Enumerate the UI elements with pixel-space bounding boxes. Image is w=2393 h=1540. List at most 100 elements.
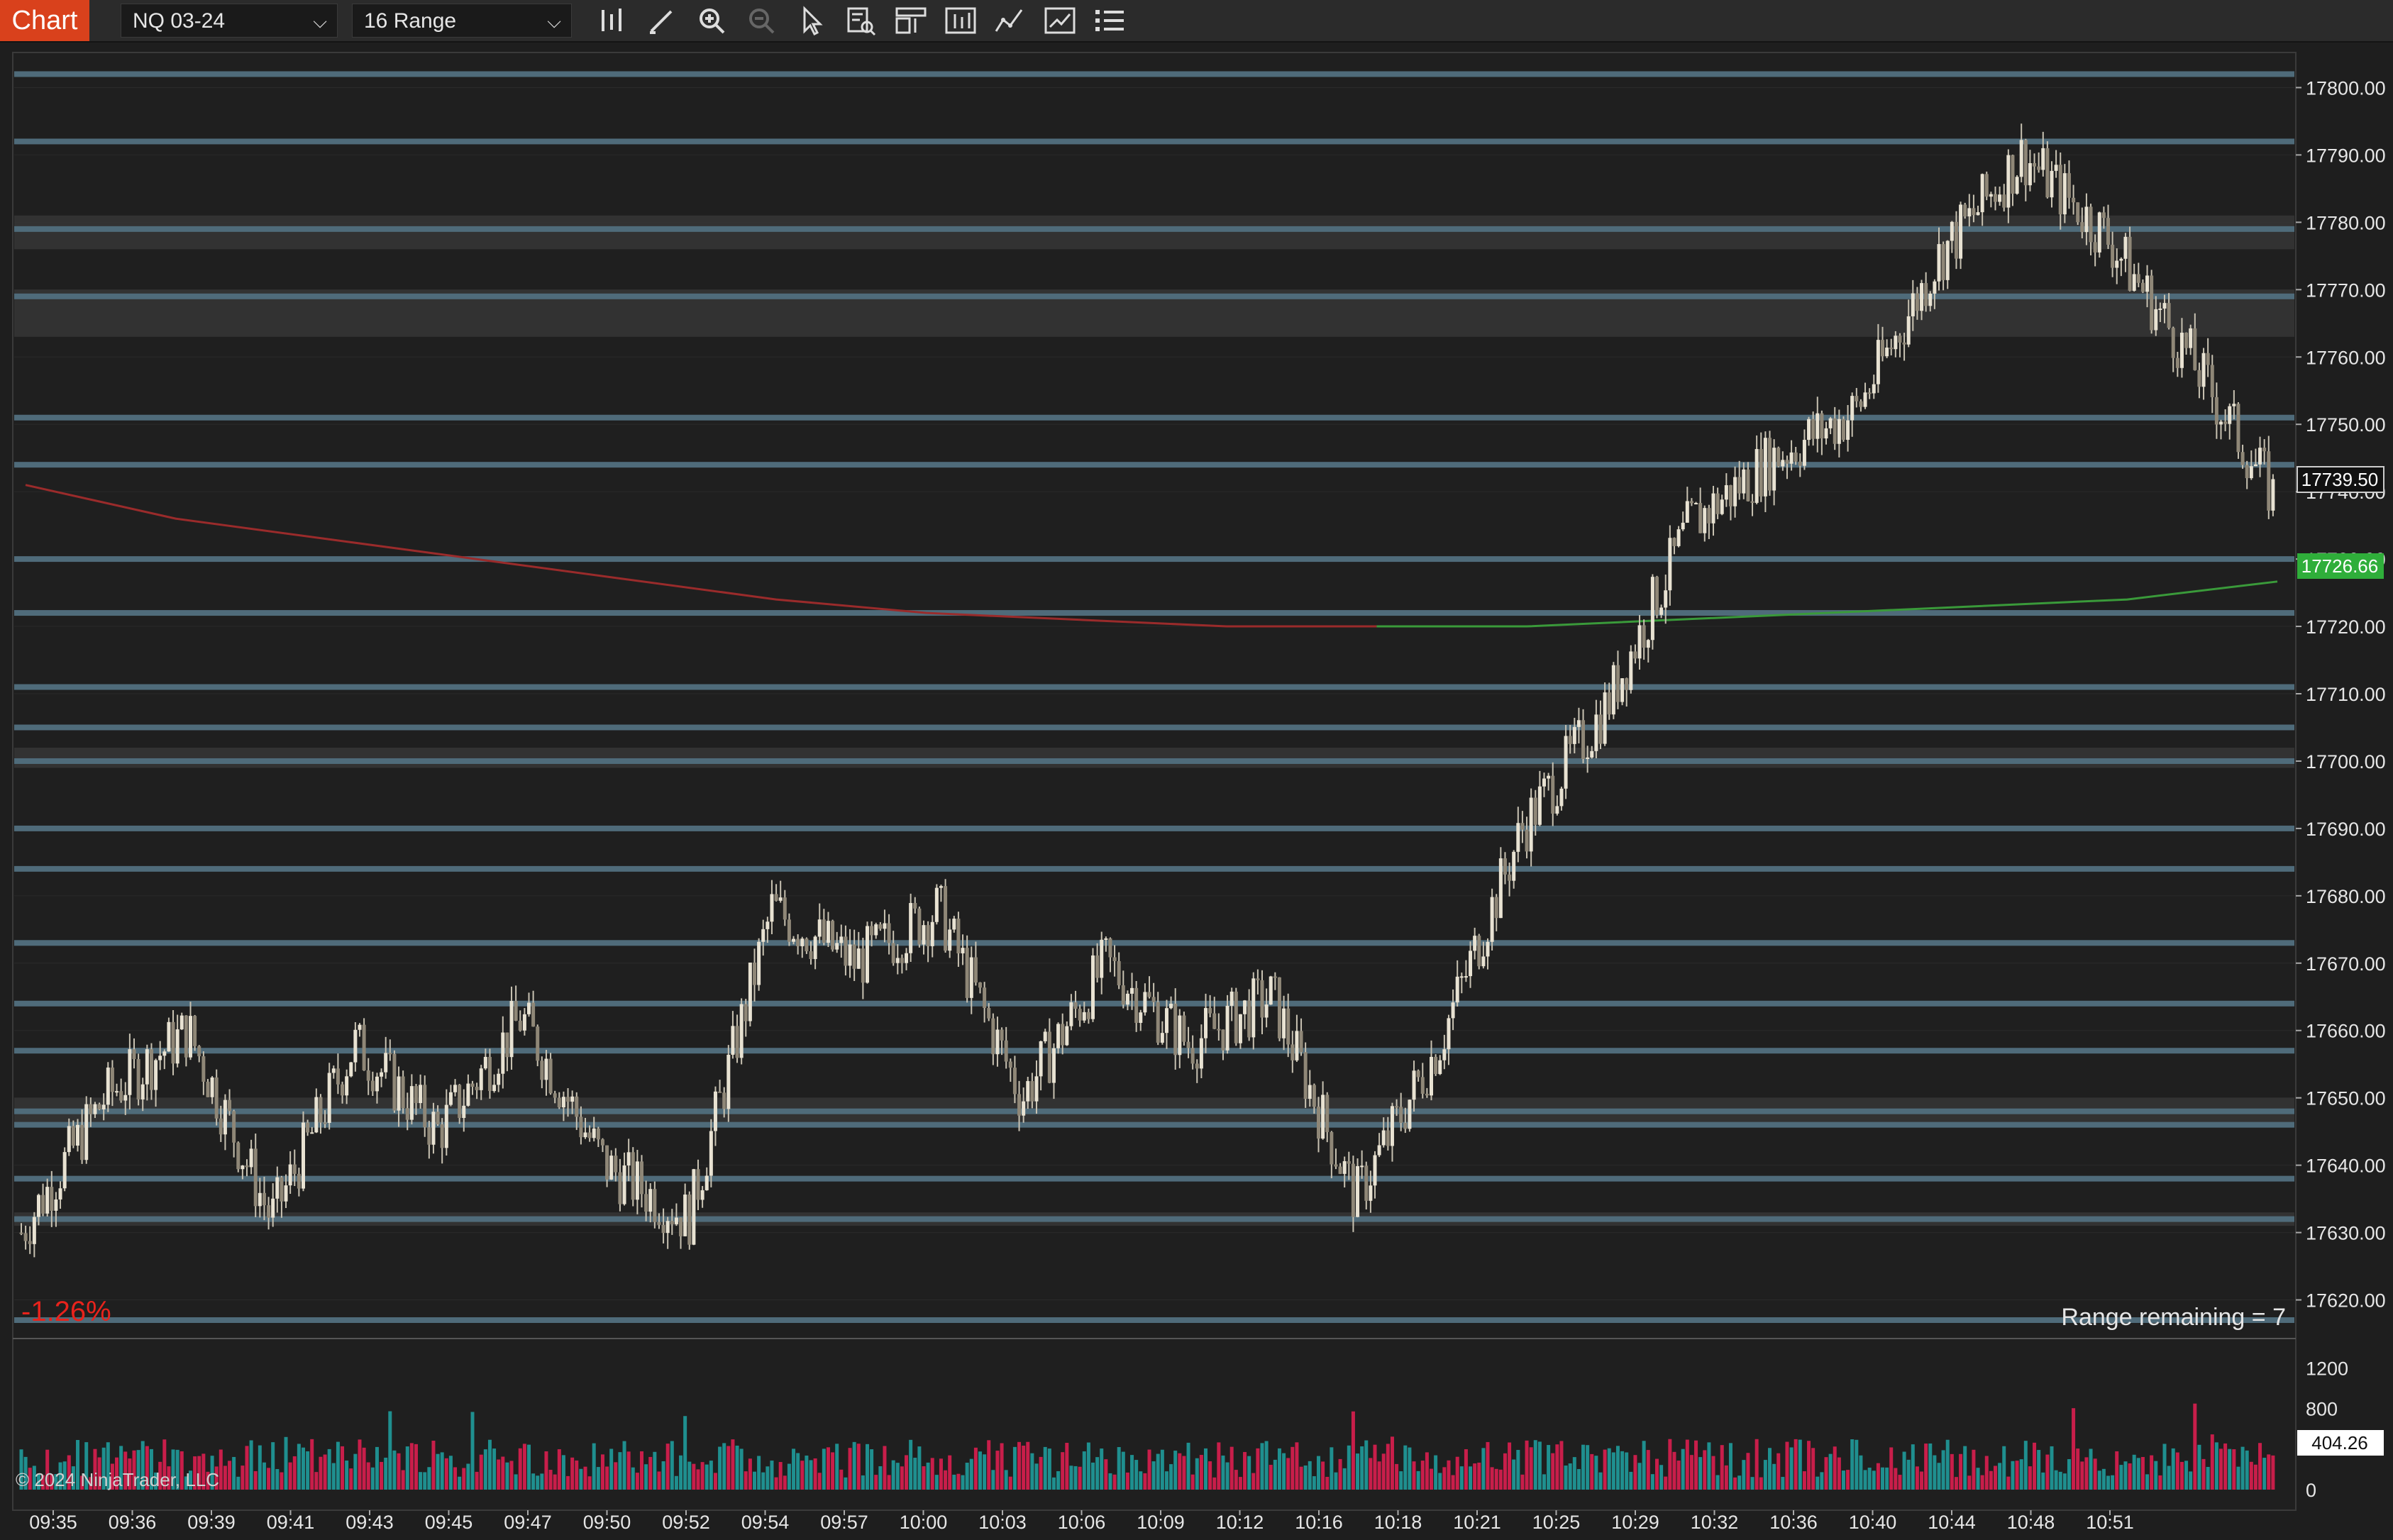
volume-bar [909,1439,913,1490]
drawing-tools-icon[interactable] [643,4,682,37]
pointer-icon[interactable] [792,4,831,37]
price-bar-body [1494,897,1498,919]
volume-bar [314,1472,319,1490]
price-bar-body [132,1049,136,1060]
price-bar-body [306,1122,310,1133]
price-bar-body [1976,212,1980,216]
volume-bar [696,1469,700,1490]
price-bar-body [232,1111,236,1143]
volume-bar [718,1446,722,1490]
price-bar-body [1030,1081,1034,1102]
price-bar-body [1894,336,1898,350]
price-bar-body [614,1156,618,1173]
volume-bar [1889,1447,1894,1490]
volume-bar [917,1446,922,1490]
price-bar-body [553,1093,557,1098]
time-tick-label: 09:50 [583,1512,631,1533]
properties-icon[interactable] [1090,4,1129,37]
volume-bar [969,1458,973,1490]
volume-bar [622,1441,626,1490]
price-bar-body [392,1053,397,1111]
price-bar-body [1537,786,1542,825]
volume-bar [991,1470,995,1490]
price-bar-body [1325,1095,1330,1132]
price-bar-body [1603,692,1607,744]
volume-bar [236,1476,241,1490]
price-bar-body [531,1002,536,1027]
price-bar-body [548,1058,553,1094]
volume-bar [1295,1442,1299,1490]
volume-bar [280,1472,284,1490]
price-bar-body [1178,1015,1182,1056]
volume-bar [310,1439,314,1490]
price-bar-body [184,1015,188,1058]
price-bar-body [197,1046,201,1057]
volume-bar [1833,1446,1837,1490]
strategies-icon[interactable] [1040,4,1080,37]
price-bar-body [397,1076,401,1111]
price-bar-body [1941,244,1945,280]
volume-bar [1629,1471,1633,1490]
volume-bar [2219,1448,2223,1490]
volume-bar [1742,1460,1746,1490]
price-bar-body [292,1164,297,1174]
price-bar-body [2214,397,2218,425]
volume-bar [2193,1403,2197,1490]
chart-tab[interactable]: Chart [0,0,89,41]
zoom-in-icon[interactable] [692,4,732,37]
price-bar-body [297,1173,301,1189]
copyright: © 2024 NinjaTrader, LLC [16,1469,219,1490]
indicators-icon[interactable] [990,4,1030,37]
price-bar-body [1590,750,1594,758]
level-line [14,758,2294,764]
volume-bar [1828,1453,1833,1490]
range-remaining: Range remaining = 7 [2061,1304,2286,1331]
volume-bar [1750,1477,1754,1490]
zoom-out-icon[interactable] [742,4,782,37]
price-bar-body [1434,1056,1438,1075]
volume-bar [956,1473,961,1490]
price-bar-body [739,1004,744,1058]
price-bar-body [679,1217,683,1236]
volume-tick-label: 0 [2306,1480,2316,1501]
volume-bar [409,1443,414,1490]
price-bar-body [145,1049,149,1085]
price-bar-body [909,903,913,953]
price-bar-body [1720,499,1724,514]
volume-bar [887,1475,891,1490]
volume-bar [748,1458,752,1490]
volume-bar [1303,1465,1308,1490]
volume-bar [483,1449,487,1490]
volume-bar [934,1475,939,1490]
data-box-icon[interactable] [841,4,881,37]
price-bar-body [687,1195,692,1245]
volume-bar [1078,1466,1082,1490]
volume-bar [2072,1408,2076,1490]
volume-bar [1525,1440,1529,1490]
price-bar-body [961,948,965,953]
chart-trader-icon[interactable] [891,4,931,37]
price-bar-body [1012,1068,1017,1095]
price-bar-body [575,1096,579,1117]
bar-type-selector[interactable]: 16 Range ⌵ [352,4,572,38]
volume-bar [327,1448,331,1490]
price-chart[interactable]: 17800.00 17790.00 17780.00 17770.00 17760.00… [0,43,2393,1540]
volume-bar [219,1449,223,1490]
volume-bar [1190,1474,1195,1490]
volume-bar [1555,1444,1559,1490]
price-bar-body [1121,985,1125,1005]
price-bar-body [436,1112,440,1125]
volume-bar [1794,1439,1798,1490]
price-bar-body [1994,194,1997,202]
bar-style-icon[interactable] [941,4,980,37]
volume-bar [553,1474,557,1490]
volume-bar [883,1446,887,1490]
volume-bar [744,1471,748,1490]
volume-bar [1217,1442,1221,1490]
price-bar-body [2080,222,2084,233]
volume-bar [961,1475,965,1490]
instrument-selector[interactable]: NQ 03-24 ⌵ [121,4,338,38]
bar-chart-icon[interactable] [593,4,633,37]
price-bar-body [561,1097,565,1108]
price-bar-body [1260,980,1264,1018]
